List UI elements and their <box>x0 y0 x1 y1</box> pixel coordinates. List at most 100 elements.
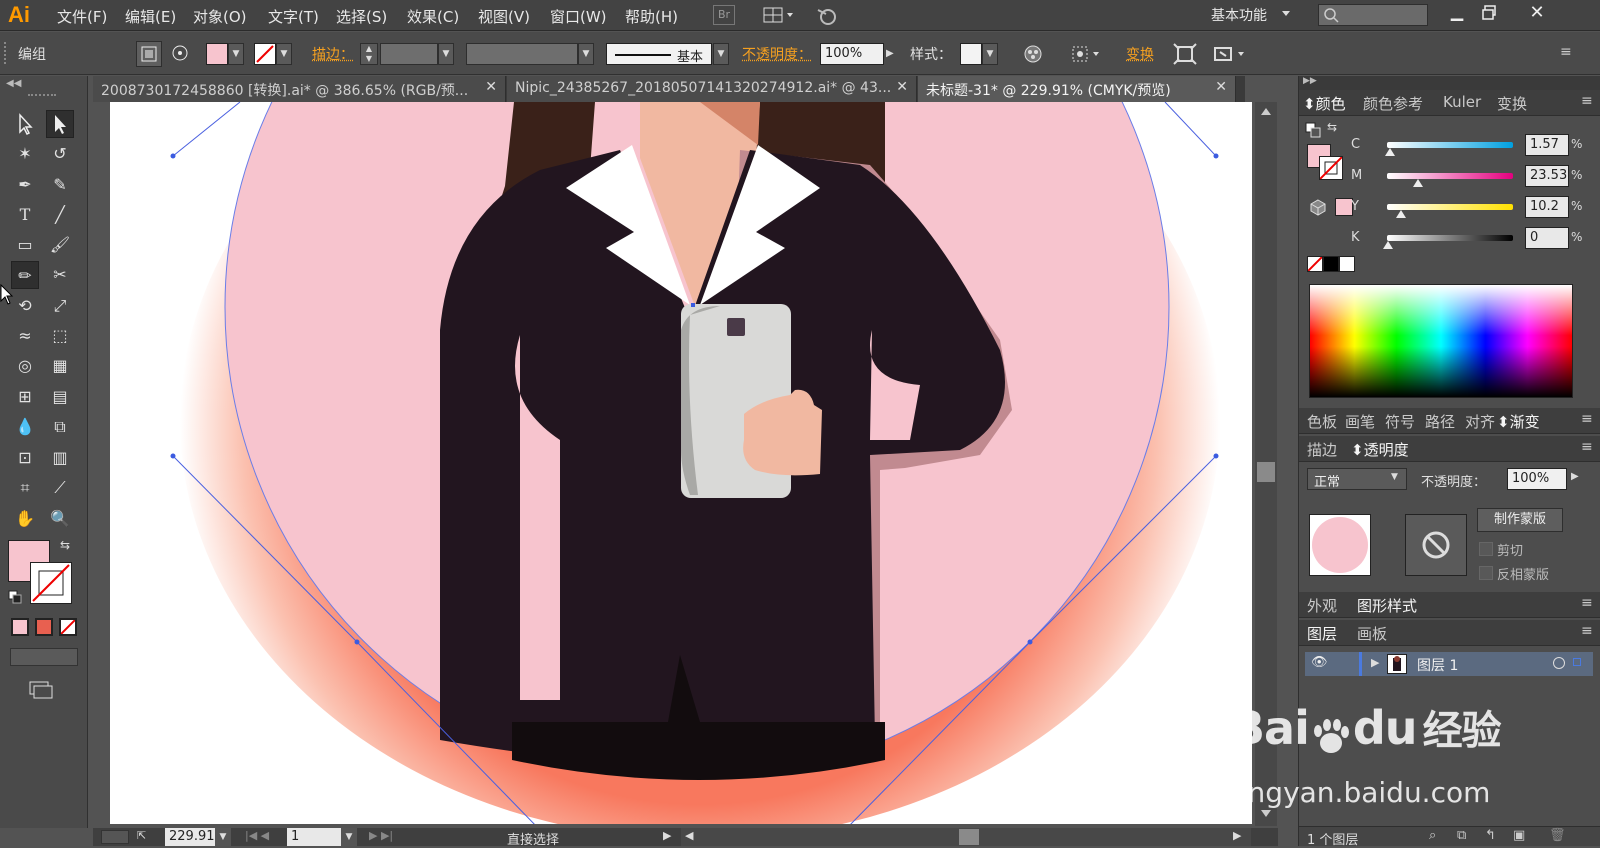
layer-name[interactable]: 图层 1 <box>1417 655 1458 675</box>
delete-layer-icon[interactable]: 🗑 <box>1549 828 1566 843</box>
object-thumbnail[interactable] <box>1309 514 1371 576</box>
scissors-tool-icon[interactable]: ✂ <box>46 261 74 289</box>
fill-chevron-down-icon[interactable]: ▼ <box>228 43 244 65</box>
menu-help[interactable]: 帮助(H) <box>625 6 678 27</box>
change-screen-mode-icon[interactable] <box>26 680 56 700</box>
menu-file[interactable]: 文件(F) <box>57 6 107 27</box>
stroke-weight-stepper[interactable]: ▲ ▼ <box>360 43 378 65</box>
paintbrush-tool-icon[interactable]: 🖌 <box>46 231 74 259</box>
fill-swatch[interactable] <box>206 43 228 65</box>
minimize-icon[interactable]: ▁ <box>1448 4 1466 22</box>
tab-color-guide[interactable]: 颜色参考 <box>1363 93 1423 114</box>
menu-edit[interactable]: 编辑(E) <box>125 6 176 27</box>
artboard-number-input[interactable]: 1 <box>287 828 341 846</box>
tab-artboards[interactable]: 画板 <box>1357 623 1387 644</box>
swap-colors-icon[interactable]: ⇆ <box>60 538 70 552</box>
none-swatch-icon[interactable] <box>1307 256 1323 272</box>
line-segment-tool-icon[interactable]: ╱ <box>46 201 74 229</box>
blend-tool-icon[interactable]: ⧉ <box>46 413 74 441</box>
menu-effect[interactable]: 效果(C) <box>407 6 459 27</box>
locate-object-icon[interactable]: ⌕ <box>1429 828 1436 843</box>
gradient-mode-icon[interactable] <box>35 618 53 636</box>
menu-window[interactable]: 窗口(W) <box>550 6 607 27</box>
close-tab-icon[interactable]: ✕ <box>896 79 908 95</box>
zoom-tool-icon[interactable]: 🔍 <box>46 505 74 533</box>
scroll-left-icon[interactable]: ◀ <box>685 829 693 842</box>
menu-select[interactable]: 选择(S) <box>336 6 387 27</box>
close-window-icon[interactable]: ✕ <box>1528 2 1546 22</box>
rectangle-tool-icon[interactable]: ▭ <box>11 231 39 259</box>
tab-swatches[interactable]: 色板 <box>1307 411 1337 432</box>
eyedropper-tool-icon[interactable]: 💧 <box>11 413 39 441</box>
brush-definition[interactable]: 基本 <box>606 43 712 65</box>
stroke-weight-input[interactable] <box>380 43 438 65</box>
color-mode-icon[interactable] <box>11 618 29 636</box>
menu-type[interactable]: 文字(T) <box>268 6 319 27</box>
visibility-eye-icon[interactable]: 👁 <box>1311 655 1328 670</box>
lasso-tool-icon[interactable]: ↺ <box>46 140 74 168</box>
new-layer-icon[interactable]: ▣ <box>1513 828 1525 843</box>
isolate-mode-icon[interactable] <box>1212 42 1252 66</box>
tab-document-2[interactable]: Nipic_24385267_20180507141320274912.ai* … <box>507 76 917 102</box>
stroke-none-icon[interactable] <box>254 43 276 65</box>
channel-value-input[interactable]: 10.2 <box>1525 196 1569 218</box>
first-artboard-icon[interactable]: |◀ ◀ <box>245 829 269 842</box>
stroke-weight-chevron-down-icon[interactable]: ▼ <box>438 43 454 65</box>
tab-graphic-styles[interactable]: 图形样式 <box>1357 595 1417 616</box>
target-icon[interactable] <box>168 41 194 67</box>
last-artboard-icon[interactable]: ▶ ▶| <box>369 829 393 842</box>
scroll-thumb[interactable] <box>1257 462 1275 482</box>
sync-settings-icon[interactable] <box>814 4 840 26</box>
isolate-group-icon[interactable] <box>136 41 162 67</box>
recolor-artwork-icon[interactable] <box>1022 43 1044 65</box>
shape-builder-tool-icon[interactable]: ◎ <box>11 352 39 380</box>
mask-thumbnail[interactable] <box>1405 514 1467 576</box>
opacity-slider-arrow-icon[interactable]: ▶ <box>1571 471 1579 482</box>
style-chevron-down-icon[interactable]: ▼ <box>982 43 998 65</box>
expand-layer-icon[interactable]: ▶ <box>1371 656 1379 669</box>
channel-value-input[interactable]: 0 <box>1525 227 1569 249</box>
menu-object[interactable]: 对象(O) <box>193 6 247 27</box>
close-tab-icon[interactable]: ✕ <box>485 79 497 95</box>
tab-layers[interactable]: 图层 <box>1307 623 1337 644</box>
channel-slider-thumb[interactable] <box>1385 148 1395 156</box>
type-tool-icon[interactable]: T <box>11 201 39 229</box>
variable-width-profile[interactable] <box>466 43 578 65</box>
black-swatch[interactable] <box>1323 256 1339 272</box>
tab-kuler[interactable]: Kuler <box>1443 93 1481 111</box>
channel-slider-track[interactable] <box>1387 235 1513 241</box>
pencil-tool-icon[interactable]: ✏ <box>11 261 39 289</box>
invert-mask-checkbox[interactable] <box>1479 566 1493 580</box>
layer-row[interactable]: 👁 ▶ 图层 1 <box>1305 652 1593 676</box>
share-icon[interactable]: ⇱ <box>137 829 157 845</box>
perspective-grid-tool-icon[interactable]: ▦ <box>46 352 74 380</box>
channel-slider-thumb[interactable] <box>1383 241 1393 249</box>
opacity-arrow-icon[interactable]: ▶ <box>886 43 902 65</box>
arrange-documents-icon[interactable] <box>762 5 796 25</box>
workspace-switcher[interactable]: 基本功能 <box>1211 5 1267 25</box>
tab-transparency[interactable]: ⬍透明度 <box>1351 439 1409 460</box>
menu-view[interactable]: 视图(V) <box>478 6 530 27</box>
channel-value-input[interactable]: 1.57 <box>1525 134 1569 156</box>
scroll-up-icon[interactable] <box>1261 108 1271 115</box>
mesh-tool-icon[interactable]: ⊞ <box>11 383 39 411</box>
transform-link[interactable]: 变换 <box>1126 44 1154 64</box>
channel-slider-thumb[interactable] <box>1413 179 1423 187</box>
width-tool-icon[interactable]: ≈ <box>11 322 39 350</box>
workspace-chevron-down-icon[interactable] <box>1282 11 1290 16</box>
close-tab-icon[interactable]: ✕ <box>1215 79 1227 95</box>
make-clipping-mask-icon[interactable]: ⧉ <box>1457 828 1466 843</box>
symbol-sprayer-tool-icon[interactable]: ⊡ <box>11 444 39 472</box>
status-arrow-icon[interactable]: ▶ <box>663 829 671 842</box>
tab-color[interactable]: ⬍颜色 <box>1303 93 1346 114</box>
transparency-opacity-input[interactable]: 100% <box>1507 468 1567 490</box>
restore-icon[interactable] <box>1481 4 1499 22</box>
color-spectrum[interactable] <box>1309 284 1573 398</box>
column-graph-tool-icon[interactable]: ▥ <box>46 444 74 472</box>
draw-modes-icon[interactable] <box>10 648 78 666</box>
profile-chevron-down-icon[interactable]: ▼ <box>578 43 594 65</box>
tab-document-3[interactable]: 未标题-31* @ 229.91% (CMYK/预览) ✕ <box>918 76 1236 102</box>
opacity-input[interactable]: 100% <box>820 43 884 65</box>
artboard[interactable] <box>110 102 1252 824</box>
tab-appearance[interactable]: 外观 <box>1307 595 1337 616</box>
